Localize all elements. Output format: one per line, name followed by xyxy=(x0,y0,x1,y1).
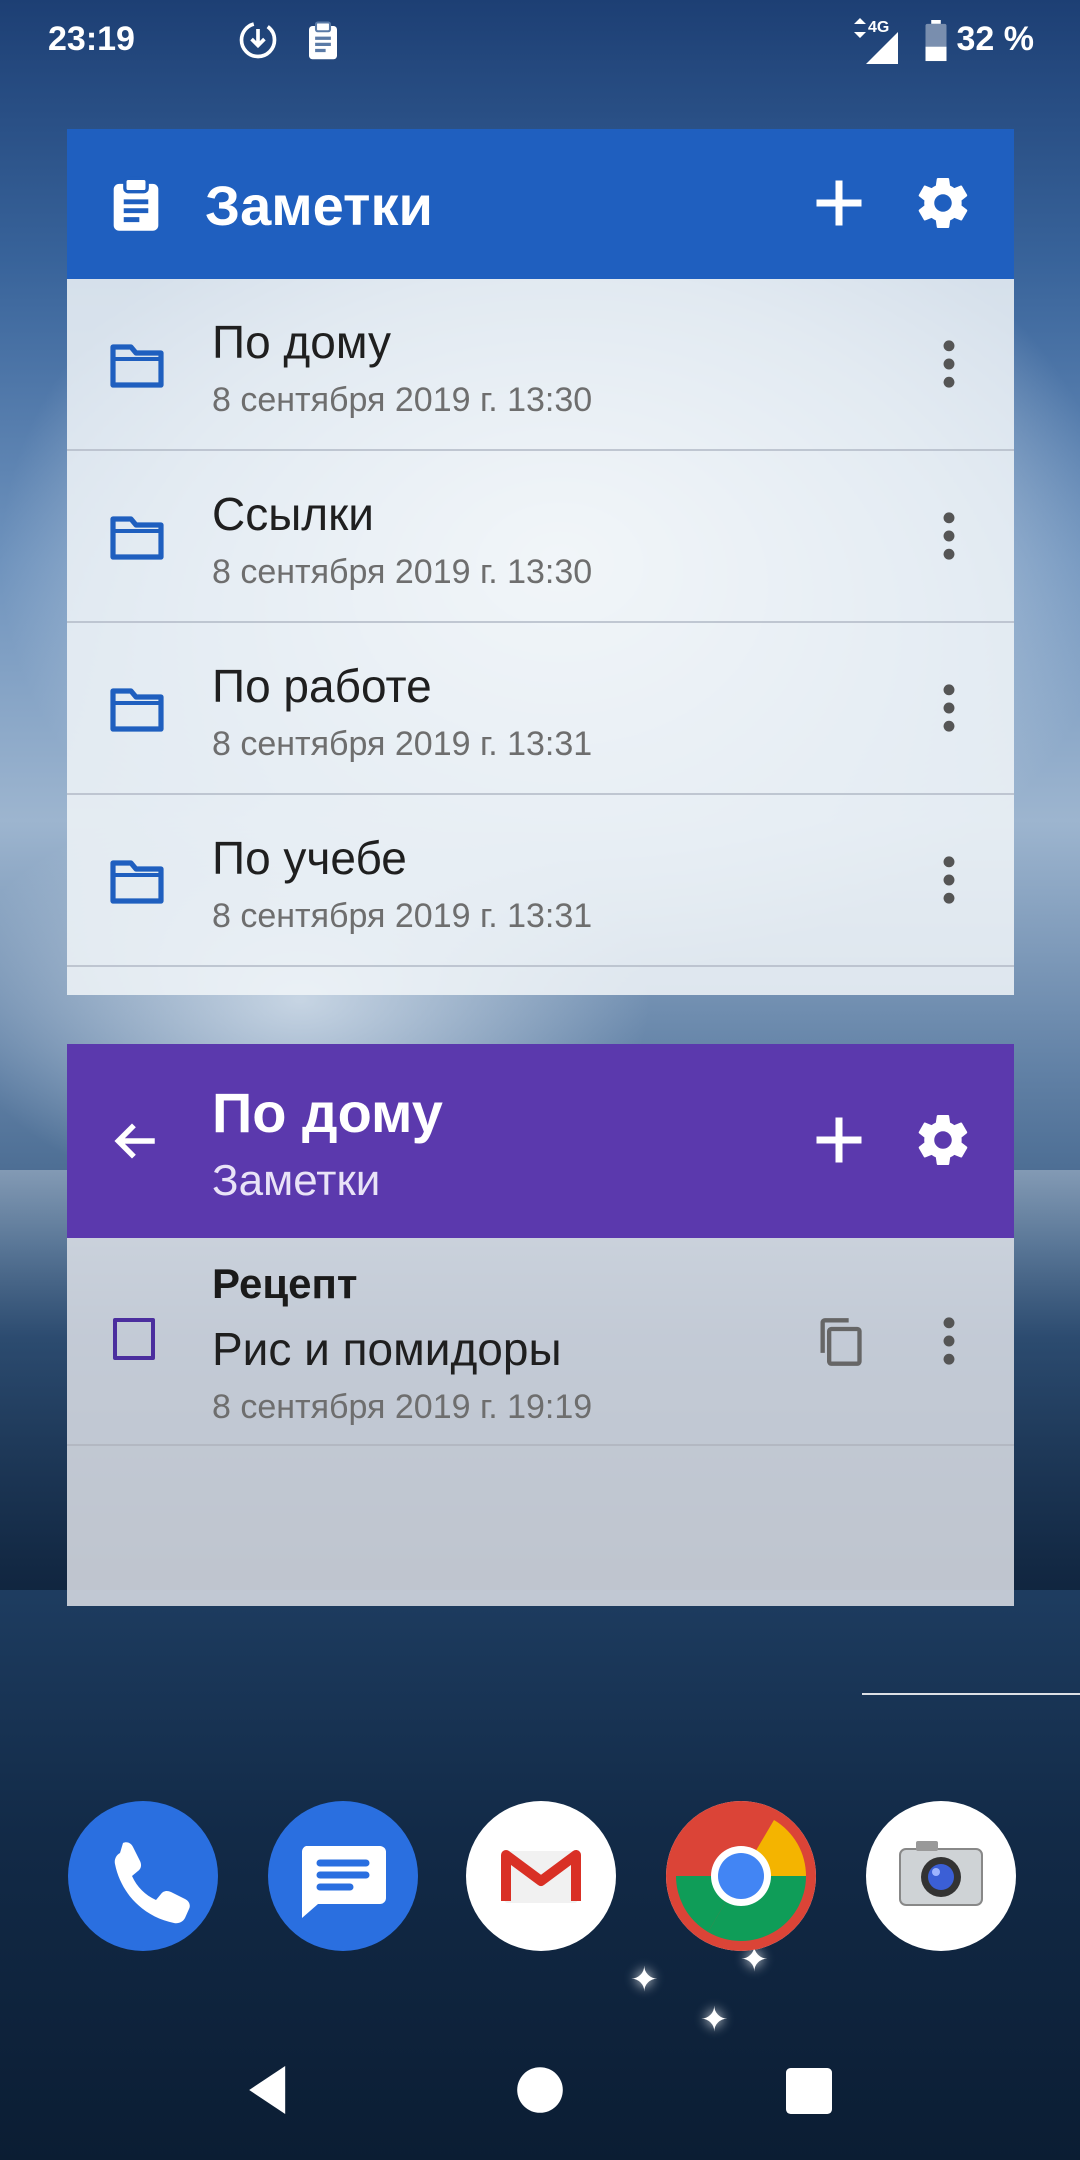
folder-icon xyxy=(109,859,165,910)
phone-icon xyxy=(114,1842,190,1924)
note-title: Рецепт xyxy=(212,1260,358,1307)
status-bar: 23:19 4G 32 % xyxy=(0,0,1080,84)
folder-title: Ссылки xyxy=(212,488,374,540)
phone-app-icon[interactable] xyxy=(68,1801,218,1951)
list-item-folder[interactable]: Ссылки 8 сентября 2019 г. 13:30 xyxy=(67,451,1014,623)
clipboard-status-icon xyxy=(302,18,344,71)
nav-recents-icon[interactable] xyxy=(786,2068,832,2119)
notes-widget-title: Заметки xyxy=(205,174,433,237)
battery-percent: 32 % xyxy=(956,20,1035,58)
camera-app-icon[interactable] xyxy=(866,1801,1016,1951)
add-icon[interactable] xyxy=(809,173,869,238)
notes-widget: Заметки По дому 8 сентября 2019 г. 13:30… xyxy=(67,129,1014,995)
folder-widget-subtitle: Заметки xyxy=(212,1156,381,1205)
folder-widget: По дому Заметки Рецепт Рис и помидоры 8 … xyxy=(67,1044,1014,1606)
folder-date: 8 сентября 2019 г. 13:30 xyxy=(212,553,593,591)
list-item-folder[interactable]: По дому 8 сентября 2019 г. 13:30 xyxy=(67,279,1014,451)
chrome-app-icon[interactable] xyxy=(666,1801,816,1951)
back-arrow-icon[interactable] xyxy=(109,1116,163,1171)
nav-back-icon[interactable] xyxy=(242,2060,290,2125)
more-options-icon[interactable] xyxy=(942,511,956,566)
folder-date: 8 сентября 2019 г. 13:31 xyxy=(212,897,593,935)
nav-home-icon[interactable] xyxy=(516,2066,564,2119)
more-options-icon[interactable] xyxy=(942,855,956,910)
note-checkbox[interactable] xyxy=(113,1318,155,1360)
folder-title: По дому xyxy=(212,316,391,368)
wallpaper-horizon-line xyxy=(862,1693,1080,1695)
note-date: 8 сентября 2019 г. 19:19 xyxy=(212,1388,593,1426)
status-time: 23:19 xyxy=(48,20,135,58)
notes-widget-header: Заметки xyxy=(67,129,1014,279)
folder-widget-title: По дому xyxy=(212,1081,443,1144)
folder-title: По работе xyxy=(212,660,432,712)
settings-gear-icon[interactable] xyxy=(913,173,973,238)
folder-widget-header: По дому Заметки xyxy=(67,1044,1014,1238)
download-status-icon xyxy=(236,18,280,71)
add-icon[interactable] xyxy=(809,1110,869,1175)
folder-date: 8 сентября 2019 г. 13:31 xyxy=(212,725,593,763)
folder-icon xyxy=(109,515,165,566)
network-type: 4G xyxy=(868,19,889,36)
signal-4g-icon: 4G xyxy=(846,16,902,73)
camera-icon xyxy=(899,1841,983,1906)
list-item-folder[interactable]: По учебе 8 сентября 2019 г. 13:31 xyxy=(67,795,1014,967)
gmail-icon xyxy=(501,1850,581,1903)
battery-icon xyxy=(924,20,948,71)
more-options-icon[interactable] xyxy=(942,339,956,394)
folder-date: 8 сентября 2019 г. 13:30 xyxy=(212,381,593,419)
copy-icon[interactable] xyxy=(816,1316,864,1373)
note-list-item[interactable]: Рецепт Рис и помидоры 8 сентября 2019 г.… xyxy=(67,1238,1014,1446)
messages-app-icon[interactable] xyxy=(268,1801,418,1951)
more-options-icon[interactable] xyxy=(942,1316,956,1371)
settings-gear-icon[interactable] xyxy=(913,1110,973,1175)
list-item-folder[interactable]: По работе 8 сентября 2019 г. 13:31 xyxy=(67,623,1014,795)
note-body: Рис и помидоры xyxy=(212,1323,562,1375)
gmail-app-icon[interactable] xyxy=(466,1801,616,1951)
folder-icon xyxy=(109,687,165,738)
sparkle: ✦ xyxy=(700,2001,729,2039)
messages-icon xyxy=(301,1846,386,1918)
folder-icon xyxy=(109,343,165,394)
notes-clipboard-icon[interactable] xyxy=(109,175,163,238)
sparkle: ✦ xyxy=(630,1961,659,1999)
folder-title: По учебе xyxy=(212,832,407,884)
chrome-icon xyxy=(666,1801,816,1951)
more-options-icon[interactable] xyxy=(942,683,956,738)
